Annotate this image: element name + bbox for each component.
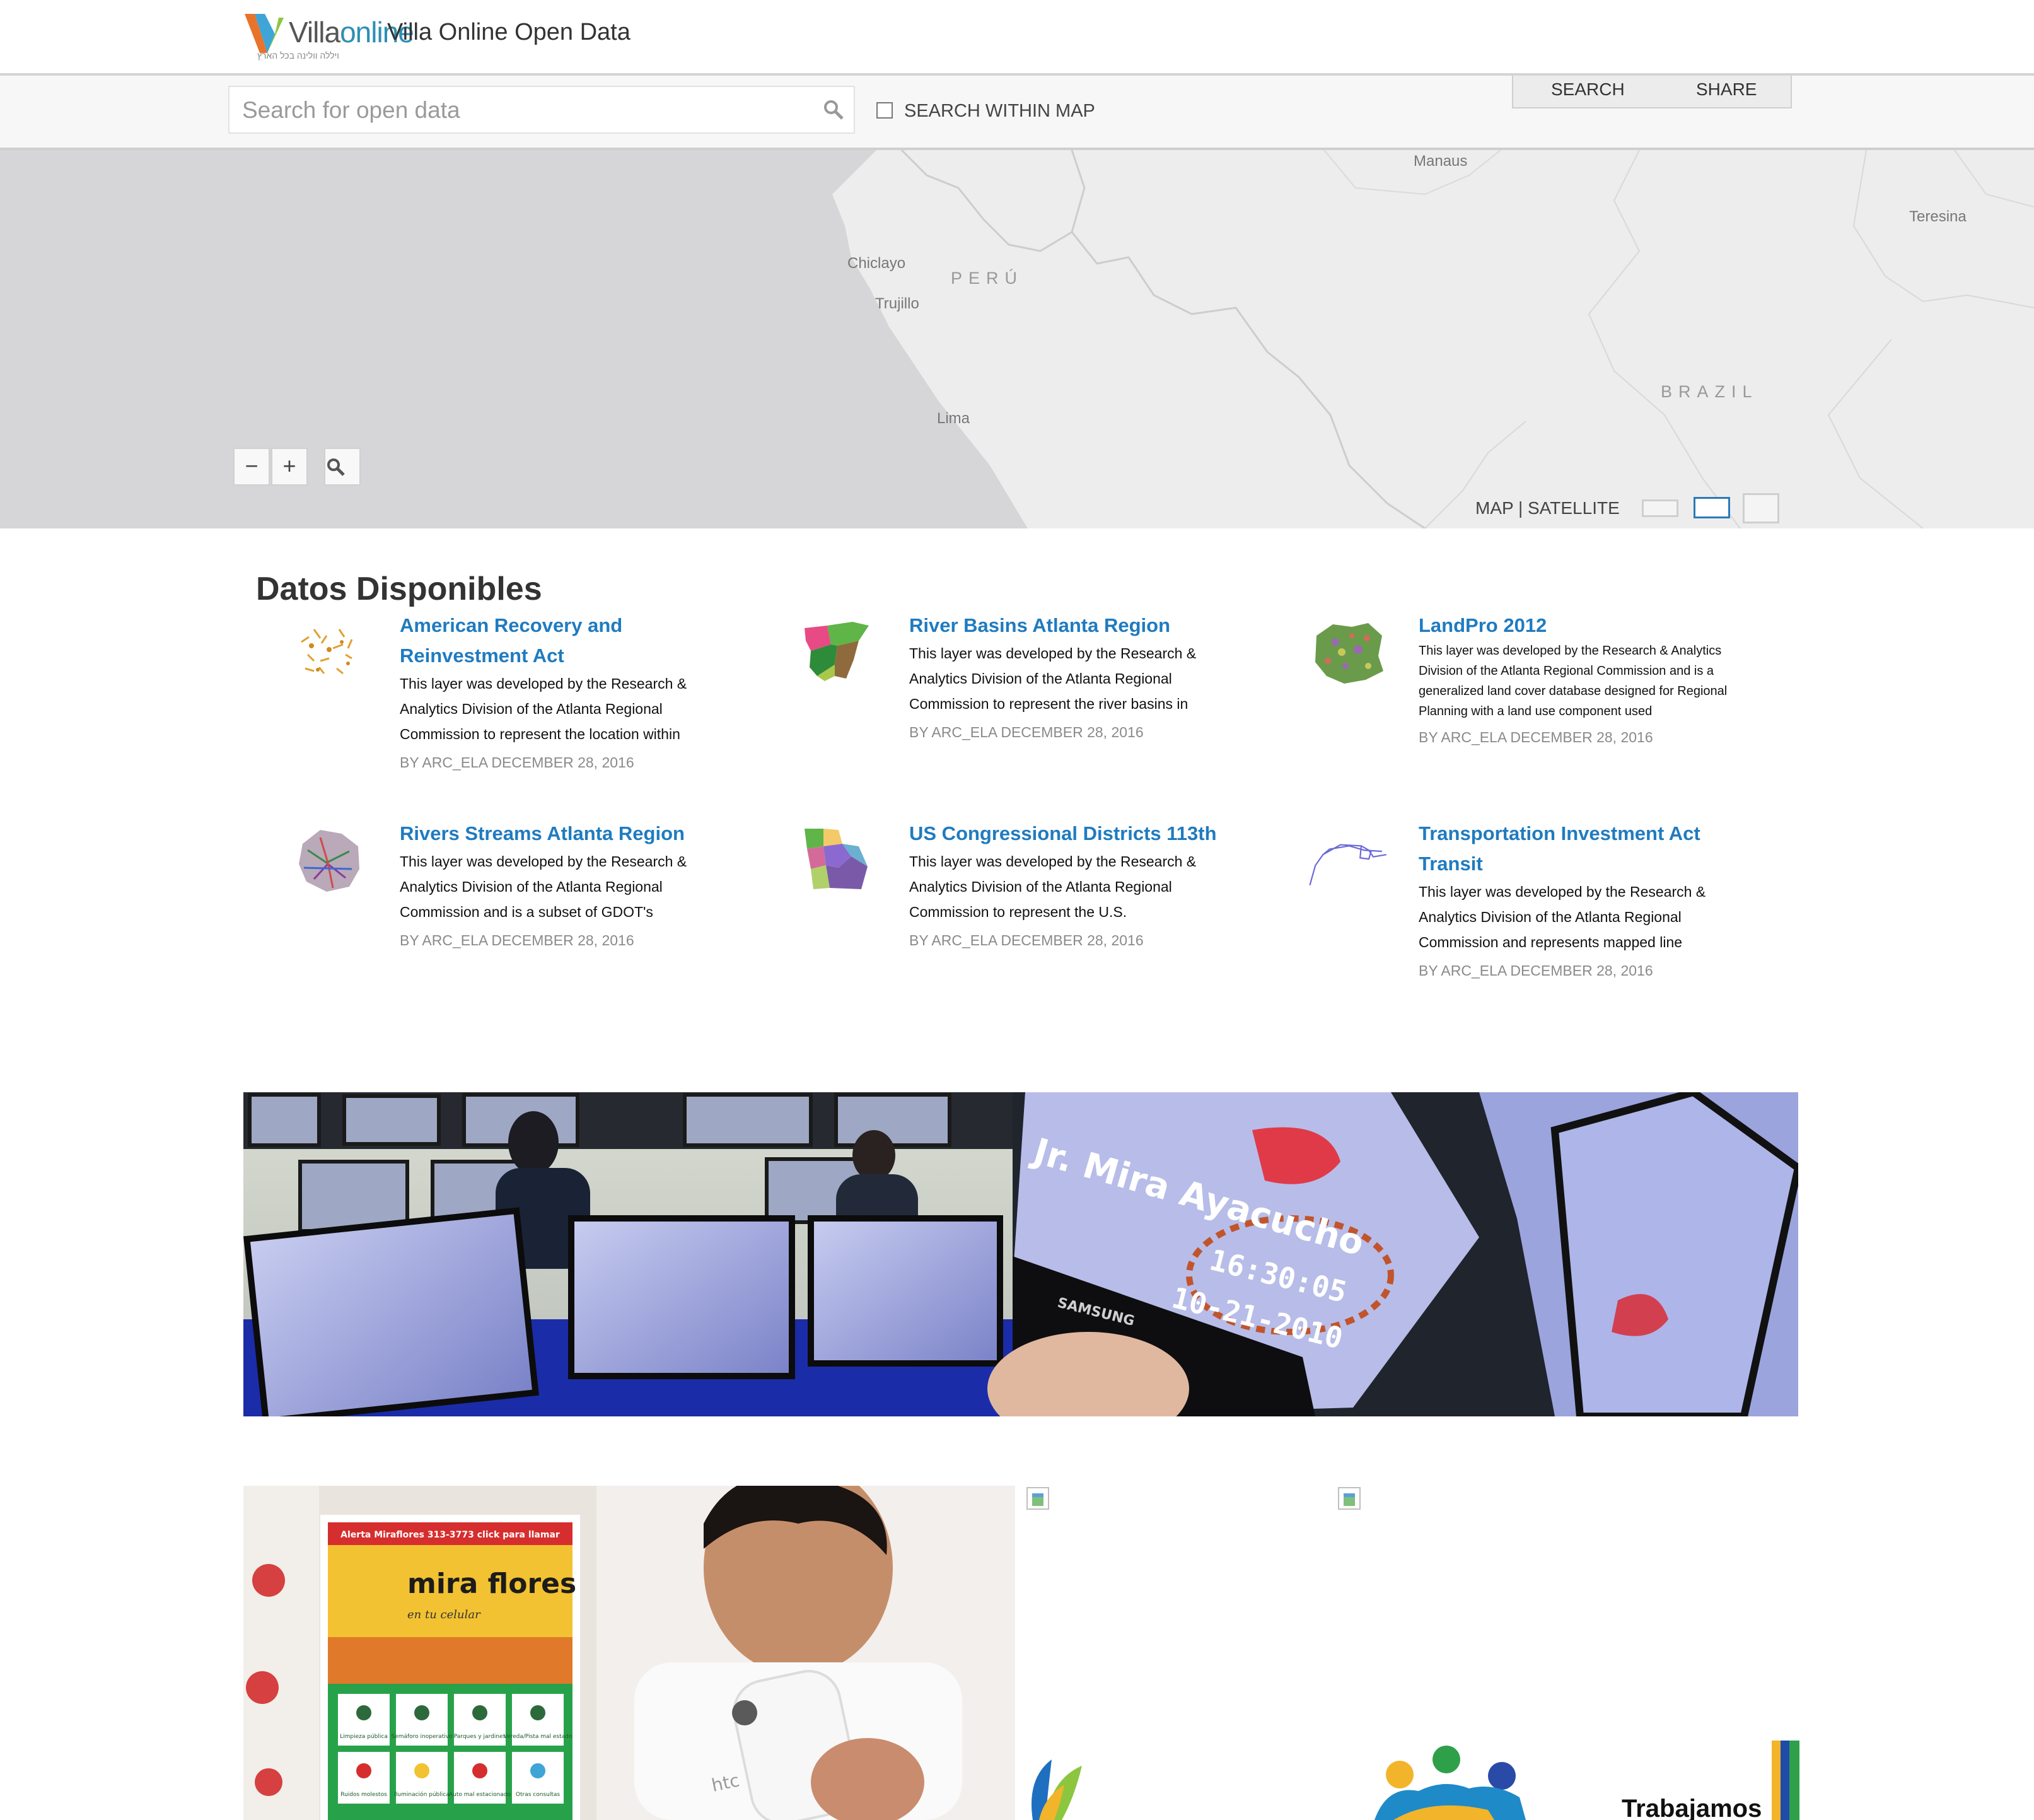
map-label-teresina: Teresina bbox=[1909, 208, 1967, 225]
app-item-label: Iluminación pública bbox=[394, 1791, 449, 1798]
search-input[interactable] bbox=[241, 87, 798, 134]
app-item-label: Otras consultas bbox=[516, 1792, 560, 1798]
river-basins-map-icon bbox=[805, 622, 869, 681]
dataset-title[interactable]: US Congressional Districts 113th bbox=[909, 819, 1237, 849]
dataset-description: This layer was developed by the Research… bbox=[400, 853, 687, 920]
map-label-lima: Lima bbox=[937, 410, 970, 427]
scatter-points-icon bbox=[301, 629, 353, 675]
app-item-label: Parques y jardines bbox=[454, 1734, 506, 1740]
dataset-description: This layer was developed by the Research… bbox=[400, 675, 687, 742]
dataset-description: This layer was developed by the Research… bbox=[1419, 644, 1728, 718]
logo-text-main: Villa bbox=[289, 16, 340, 49]
app-item-label: Semáforo inoperativo bbox=[391, 1734, 453, 1740]
map-label-peru: PERÚ bbox=[951, 269, 1024, 288]
dataset-meta: BY ARC_ELA DECEMBER 28, 2016 bbox=[400, 754, 634, 771]
dataset-meta: BY ARC_ELA DECEMBER 28, 2016 bbox=[1419, 962, 1653, 979]
dataset-meta: BY ARC_ELA DECEMBER 28, 2016 bbox=[909, 932, 1144, 948]
banner-photo: Jr. Mira Ayacucho 16:30:05 10-21-2010 SA… bbox=[243, 1092, 1798, 1416]
dataset-title[interactable]: Transportation Investment Act Transit bbox=[1419, 819, 1746, 879]
search-within-map-label: SEARCH WITHIN MAP bbox=[904, 101, 1095, 121]
map-search-button[interactable] bbox=[324, 448, 361, 486]
app-poster-header: Alerta Miraflores 313-3773 click para ll… bbox=[340, 1530, 560, 1540]
map-view[interactable]: Manaus Teresina Chiclayo Trujillo Lima P… bbox=[0, 150, 2034, 528]
search-bar: SEARCH WITHIN MAP SEARCH SHARE bbox=[0, 76, 2034, 150]
tab-share[interactable]: SHARE bbox=[1696, 79, 1757, 100]
dataset-meta: BY ARC_ELA DECEMBER 28, 2016 bbox=[400, 932, 634, 948]
zoom-out-button[interactable]: − bbox=[233, 448, 270, 486]
app-item-label: Auto mal estacionado bbox=[449, 1792, 511, 1798]
section-title-datasets: Datos Disponibles bbox=[256, 571, 542, 607]
map-label-manaus: Manaus bbox=[1414, 153, 1468, 170]
promo-graphic-a[interactable] bbox=[1026, 1753, 1102, 1820]
leaf-logo-icon bbox=[1032, 1759, 1082, 1820]
zoom-in-button[interactable]: + bbox=[271, 448, 308, 486]
logo-tagline: ויללה וולינה בכל הארץ bbox=[257, 50, 339, 61]
app-photo: htc Alerta Miraflores 313-3773 click par… bbox=[243, 1486, 1015, 1820]
broken-image-icon bbox=[1026, 1487, 1049, 1510]
app-title: Villa Online Open Data bbox=[387, 19, 631, 45]
tab-search[interactable]: SEARCH bbox=[1551, 79, 1625, 100]
land-cover-map-icon bbox=[1315, 623, 1383, 684]
app-poster-tagline: en tu celular bbox=[407, 1608, 481, 1621]
basemap-option-selected[interactable] bbox=[1694, 497, 1730, 518]
map-label-trujillo: Trujillo bbox=[875, 295, 919, 312]
dataset-description: This layer was developed by the Research… bbox=[909, 853, 1197, 920]
miraflores-app-photo[interactable]: htc Alerta Miraflores 313-3773 click par… bbox=[243, 1486, 1015, 1820]
dataset-meta: BY ARC_ELA DECEMBER 28, 2016 bbox=[909, 724, 1144, 740]
streams-map-icon bbox=[299, 830, 359, 892]
basemap-option-light[interactable] bbox=[1642, 499, 1678, 517]
transit-lines-icon bbox=[1309, 844, 1386, 886]
search-box bbox=[228, 86, 855, 134]
app-item-label: Ruidos molestos bbox=[340, 1792, 387, 1798]
promo-graphic-b[interactable]: Trabajamos bbox=[1337, 1741, 1799, 1820]
dataset-title[interactable]: Rivers Streams Atlanta Region bbox=[400, 819, 728, 849]
monitoring-center-banner[interactable]: Jr. Mira Ayacucho 16:30:05 10-21-2010 SA… bbox=[243, 1092, 1798, 1416]
dataset-description: This layer was developed by the Research… bbox=[1419, 884, 1706, 950]
map-satellite-toggle[interactable]: MAP | SATELLITE bbox=[1475, 498, 1620, 518]
logo-v-icon bbox=[245, 14, 284, 53]
dataset-title[interactable]: LandPro 2012 bbox=[1419, 610, 1746, 641]
magnifier-icon bbox=[327, 458, 345, 476]
dataset-title[interactable]: River Basins Atlanta Region bbox=[909, 610, 1237, 641]
app-item-label: Vereda/Pista mal estado bbox=[504, 1734, 572, 1740]
dataset-title[interactable]: American Recovery and Reinvestment Act bbox=[400, 610, 728, 671]
app-item-label: Limpieza pública bbox=[340, 1734, 388, 1740]
app-poster-brand: mira flores bbox=[407, 1568, 576, 1600]
dataset-description: This layer was developed by the Research… bbox=[909, 645, 1197, 712]
dataset-meta: BY ARC_ELA DECEMBER 28, 2016 bbox=[1419, 729, 1653, 745]
basemap-option-dark[interactable] bbox=[1743, 493, 1779, 523]
promo-text: Trabajamos bbox=[1622, 1795, 1762, 1820]
search-within-map-checkbox[interactable] bbox=[876, 102, 893, 119]
app-header: Villaonline ויללה וולינה בכל הארץ Villa … bbox=[0, 0, 2034, 76]
brand-logo[interactable]: Villaonline ויללה וולינה בכל הארץ bbox=[242, 9, 414, 61]
search-share-tabs: SEARCH SHARE bbox=[1512, 76, 1792, 108]
search-icon[interactable] bbox=[822, 98, 845, 121]
districts-map-icon bbox=[805, 829, 868, 889]
broken-image-icon bbox=[1338, 1487, 1361, 1510]
map-label-chiclayo: Chiclayo bbox=[847, 255, 906, 272]
map-label-brazil: BRAZIL bbox=[1661, 382, 1758, 401]
